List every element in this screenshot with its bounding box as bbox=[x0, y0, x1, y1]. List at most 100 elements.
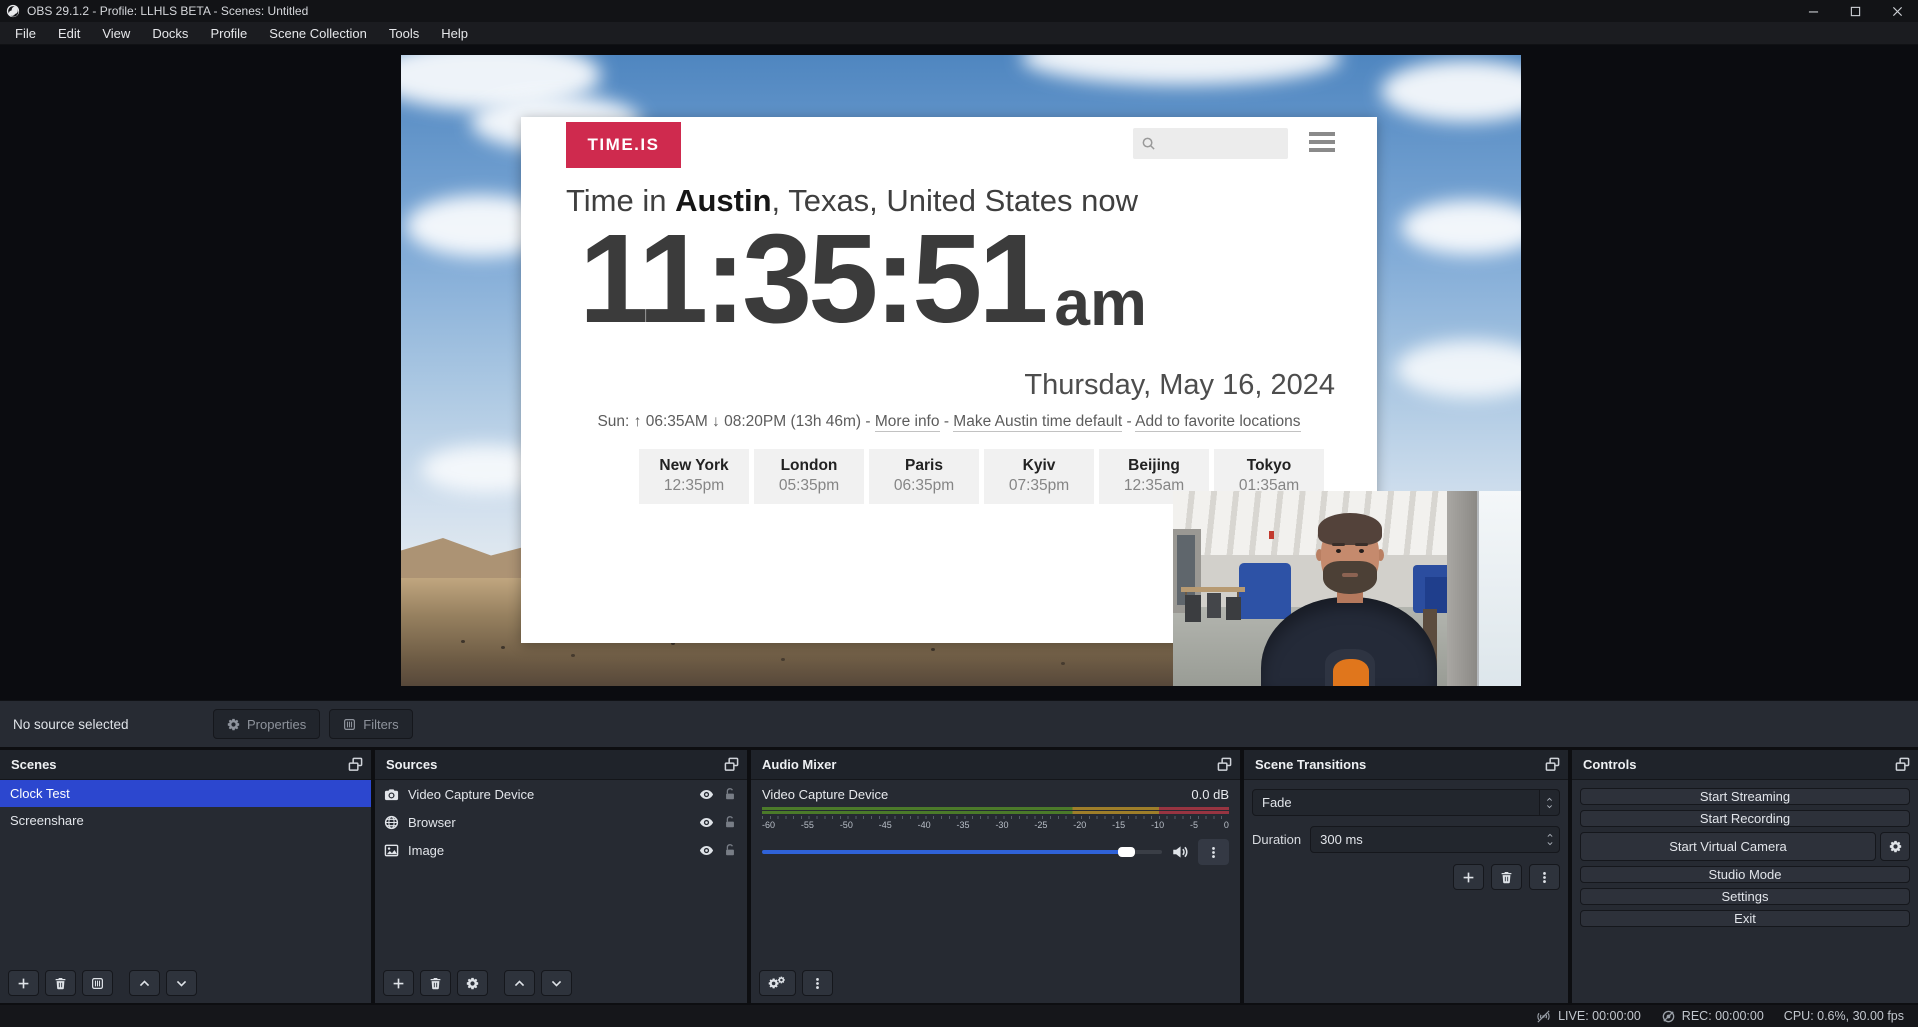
sources-toolbar bbox=[375, 963, 747, 1003]
obs-logo-icon bbox=[6, 4, 20, 18]
current-date: Thursday, May 16, 2024 bbox=[1024, 369, 1335, 402]
scene-transitions-dock: Scene Transitions Fade Duration 300 ms bbox=[1244, 750, 1568, 1003]
webcam-chair bbox=[1207, 593, 1221, 618]
webcam-person-eyebrow bbox=[1332, 543, 1345, 546]
webcam-person-beard bbox=[1323, 561, 1377, 594]
transition-menu-button[interactable] bbox=[1529, 864, 1560, 890]
image-icon bbox=[384, 843, 399, 858]
eye-icon[interactable] bbox=[699, 815, 714, 830]
globe-icon bbox=[384, 815, 399, 830]
transition-value: Fade bbox=[1253, 795, 1539, 810]
program-video[interactable]: TIME.IS Time in Austin, Texas, United St… bbox=[401, 55, 1521, 686]
settings-button[interactable]: Settings bbox=[1580, 888, 1910, 905]
source-item-browser[interactable]: Browser bbox=[375, 808, 747, 836]
popout-icon[interactable] bbox=[1895, 757, 1910, 772]
duration-spinner[interactable]: 300 ms bbox=[1310, 826, 1560, 853]
webcam-person-eye bbox=[1336, 549, 1341, 553]
volume-slider[interactable] bbox=[762, 843, 1162, 861]
volume-slider-track[interactable] bbox=[762, 850, 1162, 854]
lock-open-icon[interactable] bbox=[723, 843, 737, 857]
remove-scene-button[interactable] bbox=[45, 970, 76, 996]
menu-view[interactable]: View bbox=[91, 22, 141, 45]
menu-bar: File Edit View Docks Profile Scene Colle… bbox=[0, 22, 1918, 45]
volume-slider-handle[interactable] bbox=[1118, 847, 1135, 857]
menu-docks[interactable]: Docks bbox=[141, 22, 199, 45]
scenes-title: Scenes bbox=[11, 757, 348, 772]
start-streaming-button[interactable]: Start Streaming bbox=[1580, 788, 1910, 805]
popout-icon[interactable] bbox=[1545, 757, 1560, 772]
menu-file[interactable]: File bbox=[4, 22, 47, 45]
filters-button[interactable]: Filters bbox=[329, 709, 412, 739]
lock-open-icon[interactable] bbox=[723, 815, 737, 829]
source-properties-button[interactable] bbox=[457, 970, 488, 996]
source-item-image[interactable]: Image bbox=[375, 836, 747, 864]
camera-icon bbox=[384, 787, 399, 802]
duration-label: Duration bbox=[1252, 832, 1301, 847]
menu-help[interactable]: Help bbox=[430, 22, 479, 45]
source-status-text: No source selected bbox=[13, 717, 213, 732]
search-icon bbox=[1141, 136, 1156, 151]
sources-list: Video Capture Device Browser Image bbox=[375, 780, 747, 1003]
minimize-button[interactable] bbox=[1792, 0, 1834, 22]
studio-mode-button[interactable]: Studio Mode bbox=[1580, 866, 1910, 883]
mixer-channel-level: 0.0 dB bbox=[1191, 787, 1229, 802]
remove-source-button[interactable] bbox=[420, 970, 451, 996]
transition-select[interactable]: Fade bbox=[1252, 789, 1560, 816]
menu-profile[interactable]: Profile bbox=[199, 22, 258, 45]
remove-transition-button[interactable] bbox=[1491, 864, 1522, 890]
spinner-arrows-icon[interactable] bbox=[1541, 832, 1559, 847]
mixer-menu-button[interactable] bbox=[802, 970, 833, 996]
meter-tick-marks bbox=[762, 816, 1229, 819]
clock-display: 11:35:51 am bbox=[579, 221, 1147, 337]
scene-move-down-button[interactable] bbox=[166, 970, 197, 996]
scene-item-clock-test[interactable]: Clock Test bbox=[0, 780, 371, 807]
webcam-person-eye bbox=[1359, 549, 1364, 553]
webcam-chair bbox=[1226, 597, 1241, 620]
gear-icon bbox=[227, 718, 240, 731]
exit-button[interactable]: Exit bbox=[1580, 910, 1910, 927]
virtual-camera-settings-button[interactable] bbox=[1880, 832, 1910, 861]
webcam-person-mouth bbox=[1342, 573, 1358, 577]
popout-icon[interactable] bbox=[724, 757, 739, 772]
webcam-overlay[interactable] bbox=[1173, 491, 1521, 686]
status-bar: LIVE: 00:00:00 REC: 00:00:00 CPU: 0.6%, … bbox=[0, 1005, 1918, 1027]
sources-dock: Sources Video Capture Device Browser bbox=[375, 750, 747, 1003]
menu-edit[interactable]: Edit bbox=[47, 22, 91, 45]
eye-icon[interactable] bbox=[699, 787, 714, 802]
source-move-down-button[interactable] bbox=[541, 970, 572, 996]
menu-tools[interactable]: Tools bbox=[378, 22, 430, 45]
transitions-body: Fade Duration 300 ms bbox=[1244, 780, 1568, 1003]
popout-icon[interactable] bbox=[1217, 757, 1232, 772]
add-source-button[interactable] bbox=[383, 970, 414, 996]
link-more-info: More info bbox=[875, 413, 940, 432]
menu-scene-collection[interactable]: Scene Collection bbox=[258, 22, 378, 45]
transitions-title: Scene Transitions bbox=[1255, 757, 1545, 772]
close-button[interactable] bbox=[1876, 0, 1918, 22]
eye-icon[interactable] bbox=[699, 843, 714, 858]
sources-title: Sources bbox=[386, 757, 724, 772]
lock-open-icon[interactable] bbox=[723, 787, 737, 801]
maximize-button[interactable] bbox=[1834, 0, 1876, 22]
search-box bbox=[1133, 128, 1288, 159]
add-transition-button[interactable] bbox=[1453, 864, 1484, 890]
webcam-chair bbox=[1185, 595, 1201, 622]
mixer-channel-menu-button[interactable] bbox=[1198, 839, 1229, 865]
advanced-audio-button[interactable] bbox=[759, 970, 796, 996]
source-move-up-button[interactable] bbox=[504, 970, 535, 996]
properties-button[interactable]: Properties bbox=[213, 709, 320, 739]
scene-filters-button[interactable] bbox=[82, 970, 113, 996]
add-scene-button[interactable] bbox=[8, 970, 39, 996]
volume-meter-right bbox=[762, 811, 1229, 814]
start-recording-button[interactable]: Start Recording bbox=[1580, 810, 1910, 827]
duration-value: 300 ms bbox=[1311, 832, 1541, 847]
mixer-channel: Video Capture Device 0.0 dB -60-55-50-45… bbox=[751, 780, 1240, 865]
speaker-icon[interactable] bbox=[1171, 843, 1189, 861]
scene-item-screenshare[interactable]: Screenshare bbox=[0, 807, 371, 834]
combo-arrows-icon[interactable] bbox=[1539, 790, 1559, 815]
source-item-video-capture[interactable]: Video Capture Device bbox=[375, 780, 747, 808]
scene-move-up-button[interactable] bbox=[129, 970, 160, 996]
gear-icon bbox=[1889, 840, 1902, 853]
popout-icon[interactable] bbox=[348, 757, 363, 772]
webcam-table bbox=[1181, 587, 1245, 592]
start-virtual-camera-button[interactable]: Start Virtual Camera bbox=[1580, 832, 1876, 861]
